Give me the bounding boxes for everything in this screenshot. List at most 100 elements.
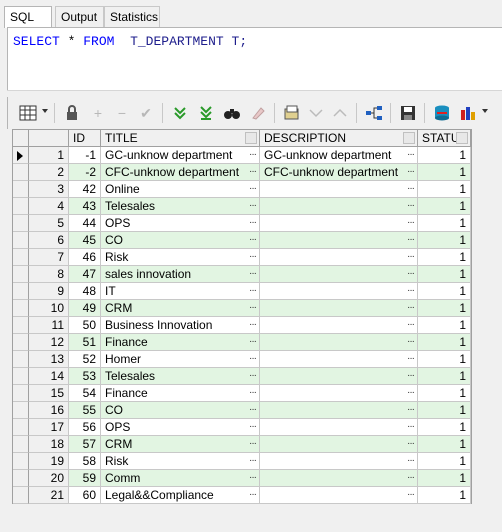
table-row[interactable]: 9 48 IT ··· ··· 1 bbox=[13, 283, 471, 300]
ellipsis-button[interactable]: ··· bbox=[407, 351, 415, 367]
column-menu-button[interactable] bbox=[456, 132, 468, 144]
ellipsis-button[interactable]: ··· bbox=[407, 232, 415, 248]
ellipsis-button[interactable]: ··· bbox=[249, 249, 257, 265]
cell-id[interactable]: -1 bbox=[69, 147, 101, 164]
chevron-down-icon[interactable] bbox=[42, 109, 48, 113]
export-icon[interactable] bbox=[432, 103, 452, 123]
cell-title[interactable]: Finance ··· bbox=[101, 385, 260, 402]
table-row[interactable]: 1 -1 GC-unknow department ··· GC-unknow depa… bbox=[13, 147, 471, 164]
ellipsis-button[interactable]: ··· bbox=[249, 419, 257, 435]
cell-description[interactable]: ··· bbox=[260, 368, 418, 385]
row-indicator[interactable] bbox=[13, 198, 29, 215]
row-indicator[interactable] bbox=[13, 334, 29, 351]
cell-title[interactable]: Business Innovation ··· bbox=[101, 317, 260, 334]
column-menu-button[interactable] bbox=[245, 132, 257, 144]
cell-title[interactable]: sales innovation ··· bbox=[101, 266, 260, 283]
ellipsis-button[interactable]: ··· bbox=[407, 419, 415, 435]
delete-record-icon[interactable]: − bbox=[112, 103, 132, 123]
cell-status[interactable]: 1 bbox=[418, 164, 471, 181]
cell-status[interactable]: 1 bbox=[418, 266, 471, 283]
cell-id[interactable]: 58 bbox=[69, 453, 101, 470]
ellipsis-button[interactable]: ··· bbox=[407, 181, 415, 197]
row-indicator[interactable] bbox=[13, 164, 29, 181]
table-row[interactable]: 16 55 CO ··· ··· 1 bbox=[13, 402, 471, 419]
cell-title[interactable]: CRM ··· bbox=[101, 300, 260, 317]
splitter[interactable] bbox=[7, 90, 502, 97]
ellipsis-button[interactable]: ··· bbox=[407, 317, 415, 333]
ellipsis-button[interactable]: ··· bbox=[249, 317, 257, 333]
cell-description[interactable]: ··· bbox=[260, 283, 418, 300]
ellipsis-button[interactable]: ··· bbox=[407, 198, 415, 214]
table-row[interactable]: 11 50 Business Innovation ··· ··· 1 bbox=[13, 317, 471, 334]
cell-id[interactable]: 42 bbox=[69, 181, 101, 198]
table-row[interactable]: 17 56 OPS ··· ··· 1 bbox=[13, 419, 471, 436]
cell-description[interactable]: ··· bbox=[260, 198, 418, 215]
cell-status[interactable]: 1 bbox=[418, 249, 471, 266]
cell-id[interactable]: 44 bbox=[69, 215, 101, 232]
cell-description[interactable]: ··· bbox=[260, 385, 418, 402]
cell-status[interactable]: 1 bbox=[418, 368, 471, 385]
row-indicator[interactable] bbox=[13, 249, 29, 266]
ellipsis-button[interactable]: ··· bbox=[407, 453, 415, 469]
cell-id[interactable]: 49 bbox=[69, 300, 101, 317]
cell-id[interactable]: 57 bbox=[69, 436, 101, 453]
cell-title[interactable]: CRM ··· bbox=[101, 436, 260, 453]
ellipsis-button[interactable]: ··· bbox=[407, 334, 415, 350]
tab-sql[interactable]: SQL bbox=[4, 6, 52, 28]
table-row[interactable]: 5 44 OPS ··· ··· 1 bbox=[13, 215, 471, 232]
cell-title[interactable]: Online ··· bbox=[101, 181, 260, 198]
row-indicator[interactable] bbox=[13, 436, 29, 453]
cell-description[interactable]: ··· bbox=[260, 215, 418, 232]
table-row[interactable]: 15 54 Finance ··· ··· 1 bbox=[13, 385, 471, 402]
cell-id[interactable]: 45 bbox=[69, 232, 101, 249]
row-indicator[interactable] bbox=[13, 453, 29, 470]
sort-filter-icon[interactable] bbox=[306, 103, 326, 123]
cell-title[interactable]: GC-unknow department ··· bbox=[101, 147, 260, 164]
cell-title[interactable]: Finance ··· bbox=[101, 334, 260, 351]
row-indicator[interactable] bbox=[13, 283, 29, 300]
row-indicator[interactable] bbox=[13, 470, 29, 487]
table-row[interactable]: 4 43 Telesales ··· ··· 1 bbox=[13, 198, 471, 215]
ellipsis-button[interactable]: ··· bbox=[249, 351, 257, 367]
cell-id[interactable]: 43 bbox=[69, 198, 101, 215]
cell-id[interactable]: -2 bbox=[69, 164, 101, 181]
single-record-icon[interactable] bbox=[282, 103, 302, 123]
fetch-next-icon[interactable] bbox=[170, 103, 190, 123]
cell-status[interactable]: 1 bbox=[418, 300, 471, 317]
cell-id[interactable]: 60 bbox=[69, 487, 101, 504]
sql-text[interactable]: SELECT * FROM T_DEPARTMENT T; bbox=[13, 34, 247, 49]
cell-status[interactable]: 1 bbox=[418, 334, 471, 351]
row-indicator[interactable] bbox=[13, 351, 29, 368]
cell-status[interactable]: 1 bbox=[418, 147, 471, 164]
row-indicator[interactable] bbox=[13, 402, 29, 419]
table-row[interactable]: 21 60 Legal&&Compliance ··· ··· 1 bbox=[13, 487, 471, 504]
cell-description[interactable]: ··· bbox=[260, 487, 418, 504]
row-indicator[interactable] bbox=[13, 181, 29, 198]
ellipsis-button[interactable]: ··· bbox=[249, 334, 257, 350]
table-row[interactable]: 14 53 Telesales ··· ··· 1 bbox=[13, 368, 471, 385]
cell-id[interactable]: 54 bbox=[69, 385, 101, 402]
cell-id[interactable]: 56 bbox=[69, 419, 101, 436]
cell-title[interactable]: Comm ··· bbox=[101, 470, 260, 487]
sql-editor[interactable]: SELECT * FROM T_DEPARTMENT T; bbox=[7, 27, 502, 90]
table-row[interactable]: 8 47 sales innovation ··· ··· 1 bbox=[13, 266, 471, 283]
link-icon[interactable] bbox=[364, 103, 384, 123]
ellipsis-button[interactable]: ··· bbox=[407, 249, 415, 265]
cell-description[interactable]: ··· bbox=[260, 453, 418, 470]
row-indicator[interactable] bbox=[13, 317, 29, 334]
ellipsis-button[interactable]: ··· bbox=[249, 198, 257, 214]
post-edit-icon[interactable]: ✔ bbox=[136, 103, 156, 123]
cell-title[interactable]: Telesales ··· bbox=[101, 368, 260, 385]
ellipsis-button[interactable]: ··· bbox=[249, 385, 257, 401]
cell-title[interactable]: Risk ··· bbox=[101, 453, 260, 470]
cell-status[interactable]: 1 bbox=[418, 453, 471, 470]
cell-id[interactable]: 52 bbox=[69, 351, 101, 368]
row-indicator[interactable] bbox=[13, 419, 29, 436]
ellipsis-button[interactable]: ··· bbox=[249, 487, 257, 503]
ellipsis-button[interactable]: ··· bbox=[407, 283, 415, 299]
ellipsis-button[interactable]: ··· bbox=[249, 215, 257, 231]
cell-status[interactable]: 1 bbox=[418, 385, 471, 402]
row-indicator[interactable] bbox=[13, 232, 29, 249]
cell-id[interactable]: 55 bbox=[69, 402, 101, 419]
table-row[interactable]: 13 52 Homer ··· ··· 1 bbox=[13, 351, 471, 368]
